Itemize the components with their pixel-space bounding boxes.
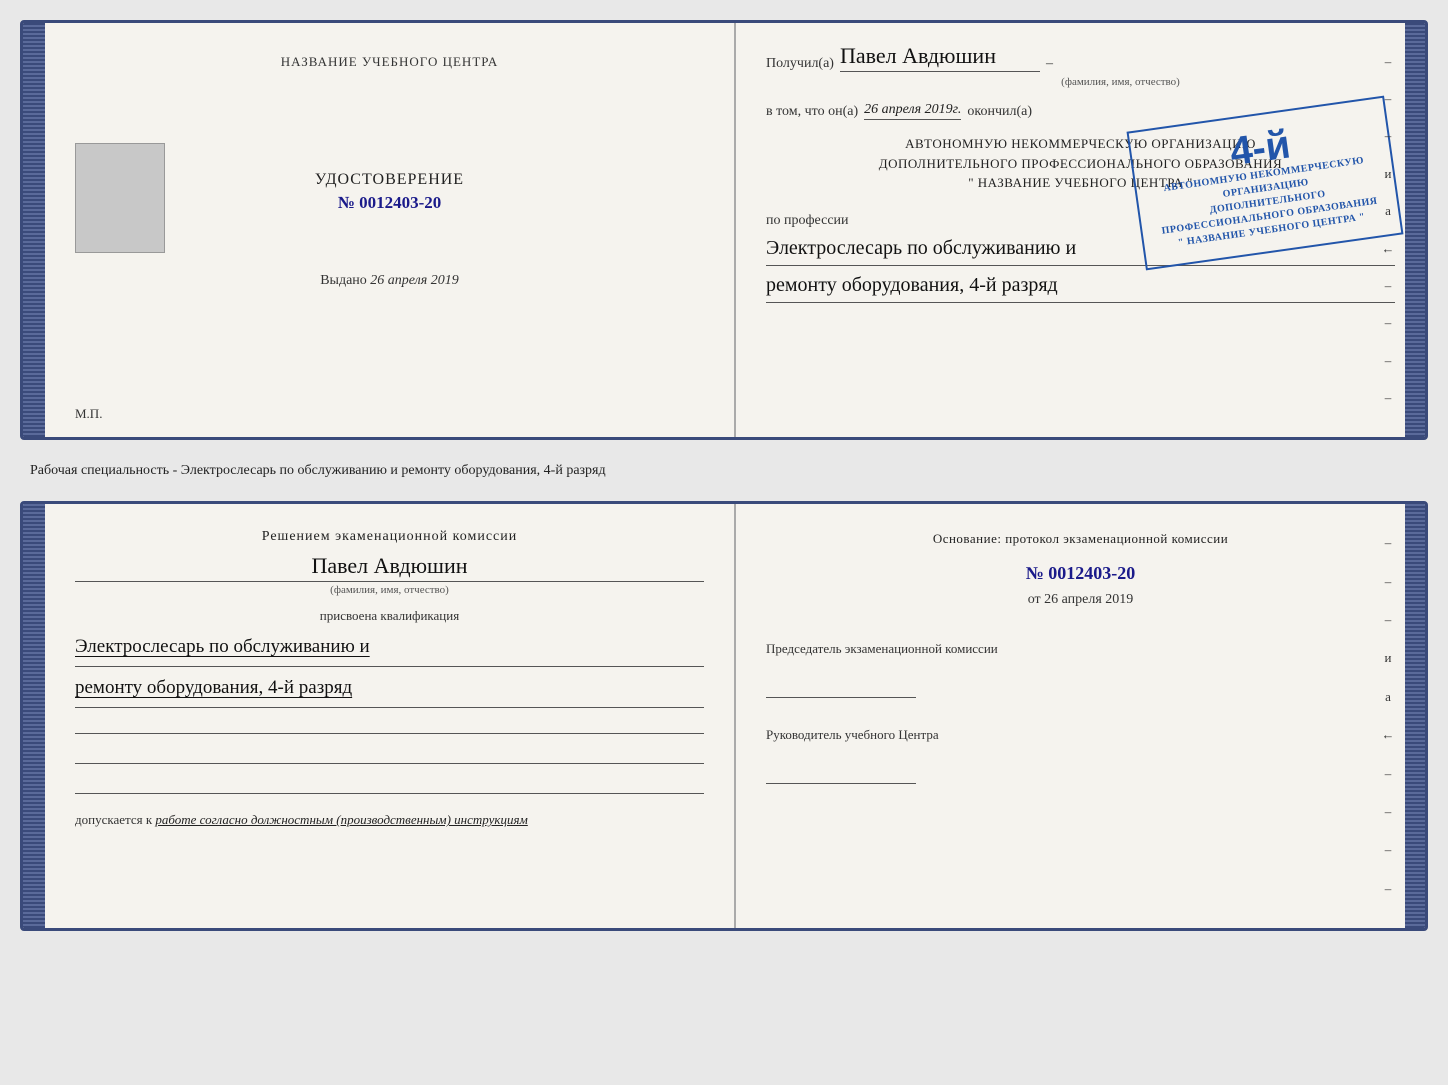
underline-row-3: [75, 772, 704, 794]
top-document: НАЗВАНИЕ УЧЕБНОГО ЦЕНТРА УДОСТОВЕРЕНИЕ №…: [20, 20, 1428, 440]
right-decorative-chars: – – – и а ← – – – –: [1373, 23, 1403, 437]
dopuskaetsya-prefix: допускается к: [75, 812, 152, 827]
poluchil-line: Получил(а) Павел Авдюшин –: [766, 43, 1395, 72]
ot-date: от 26 апреля 2019: [766, 592, 1395, 608]
vydano-date: 26 апреля 2019: [370, 273, 458, 288]
dopuskaetsya-italic: работе согласно должностным (производств…: [155, 812, 527, 827]
profession-line2: ремонту оборудования, 4-й разряд: [766, 270, 1395, 303]
right-decorative-chars-bottom: – – – и а ← – – – –: [1373, 504, 1403, 928]
page-wrapper: НАЗВАНИЕ УЧЕБНОГО ЦЕНТРА УДОСТОВЕРЕНИЕ №…: [20, 20, 1428, 931]
predsedatel-title: Председатель экзаменационной комиссии: [766, 640, 1395, 658]
udostoverenie-block: УДОСТОВЕРЕНИЕ № 0012403-20: [315, 171, 464, 243]
right-page-top: 4-й АВТОНОМНУЮ НЕКОММЕРЧЕСКУЮ ОРГАНИЗАЦИ…: [736, 23, 1425, 437]
protocol-number: № 0012403-20: [766, 563, 1395, 584]
poluchil-label: Получил(а): [766, 56, 834, 72]
mp-label: М.П.: [75, 406, 102, 422]
okончил-label: окончил(а): [967, 104, 1032, 120]
prisvoyena-text: присвоена квалификация: [75, 608, 704, 624]
vtom-label: в том, что он(а): [766, 104, 858, 120]
dopuskaetsya-block: допускается к работе согласно должностны…: [75, 812, 704, 828]
vtom-line: в том, что он(а) 26 апреля 2019г. окончи…: [766, 102, 1395, 120]
org-line2: ДОПОЛНИТЕЛЬНОГО ПРОФЕССИОНАЛЬНОГО ОБРАЗО…: [766, 154, 1395, 174]
fio-hint-bottom: (фамилия, имя, отчество): [75, 584, 704, 596]
right-page-bottom: Основание: протокол экзаменационной коми…: [736, 504, 1425, 928]
left-page-top: НАЗВАНИЕ УЧЕБНОГО ЦЕНТРА УДОСТОВЕРЕНИЕ №…: [45, 23, 736, 437]
rukovoditel-title: Руководитель учебного Центра: [766, 726, 1395, 744]
predsedatel-block: Председатель экзаменационной комиссии: [766, 640, 1395, 714]
rukovoditel-signature-line: [766, 766, 916, 784]
qual-line1: Электрослесарь по обслуживанию и: [75, 630, 704, 667]
training-center-title: НАЗВАНИЕ УЧЕБНОГО ЦЕНТРА: [281, 53, 498, 71]
underline-row-1: [75, 712, 704, 734]
profession-line1: Электрослесарь по обслуживанию и: [766, 233, 1395, 266]
fio-hint-top: (фамилия, имя, отчество): [766, 76, 1395, 88]
vtom-date: 26 апреля 2019г.: [864, 102, 961, 120]
photo-placeholder: [75, 143, 165, 253]
bottom-document: Решением экаменационной комиссии Павел А…: [20, 501, 1428, 931]
udostoverenie-number: № 0012403-20: [315, 193, 464, 213]
org-line3: " НАЗВАНИЕ УЧЕБНОГО ЦЕНТРА ": [766, 173, 1395, 193]
recipient-name-top: Павел Авдюшин: [840, 43, 1040, 72]
qual-line2: ремонту оборудования, 4-й разряд: [75, 671, 704, 708]
right-spine-bottom: [1405, 504, 1425, 928]
right-spine-top: [1405, 23, 1425, 437]
predsedatel-signature-line: [766, 680, 916, 698]
rukovoditel-block: Руководитель учебного Центра: [766, 726, 1395, 800]
name-bottom: Павел Авдюшин: [75, 553, 704, 582]
org-lines: АВТОНОМНУЮ НЕКОММЕРЧЕСКУЮ ОРГАНИЗАЦИЮ ДО…: [766, 134, 1395, 193]
left-spine: [23, 23, 45, 437]
udostoverenie-label: УДОСТОВЕРЕНИЕ: [315, 171, 464, 189]
left-spine-bottom: [23, 504, 45, 928]
underline-row-2: [75, 742, 704, 764]
left-page-bottom: Решением экаменационной комиссии Павел А…: [45, 504, 736, 928]
profession-label: по профессии: [766, 213, 1395, 229]
osnovanie-text: Основание: протокол экзаменационной коми…: [766, 529, 1395, 549]
org-line1: АВТОНОМНУЮ НЕКОММЕРЧЕСКУЮ ОРГАНИЗАЦИЮ: [766, 134, 1395, 154]
vydano-line: Выдано 26 апреля 2019: [320, 273, 459, 289]
reshenie-title: Решением экаменационной комиссии: [75, 529, 704, 545]
middle-text: Рабочая специальность - Электрослесарь п…: [20, 456, 1428, 485]
